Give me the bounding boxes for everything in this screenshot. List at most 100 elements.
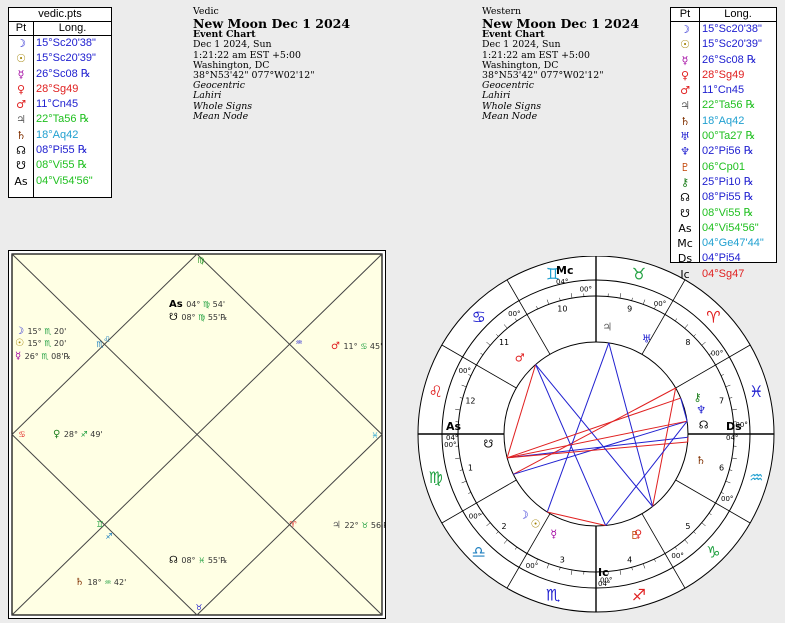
wheel-planet-glyph: ☉ bbox=[531, 518, 541, 531]
jupiter-icon: ♃ bbox=[680, 99, 690, 113]
mercury-icon: ☿ bbox=[17, 67, 25, 81]
zodiac-sign-glyph: ♉ bbox=[632, 265, 646, 284]
western-points-table: Pt Long. ☽ 15°Sc20'38" ☉ 15°Sc20'39" ☿ 26°Sc0… bbox=[670, 7, 777, 281]
zodiac-sign-glyph: ♑ bbox=[706, 542, 720, 561]
cusp-degree-label: 00° bbox=[526, 562, 538, 570]
house-number: 5 bbox=[685, 522, 690, 531]
angle-degree: 04° bbox=[446, 434, 458, 442]
north-node-icon: ☊ bbox=[680, 191, 690, 205]
table-row: ♄ 18°Aq42 bbox=[9, 128, 111, 143]
ascendant-icon: As bbox=[678, 221, 692, 235]
table-row: ☋ 08°Vi55 ℞ bbox=[671, 206, 776, 221]
table-row: ☋ 08°Vi55 ℞ bbox=[9, 158, 111, 173]
longitude-value: 28°Sg49 bbox=[36, 82, 79, 95]
wheel-planet-glyph: ♄ bbox=[696, 454, 706, 467]
cusp-degree-label: 00° bbox=[580, 285, 592, 293]
table-row: ♄ 18°Aq42 bbox=[671, 114, 776, 129]
wheel-planet-glyph: ♃ bbox=[602, 321, 612, 334]
table-row: ♂ 11°Cn45 bbox=[671, 83, 776, 98]
house-number: 12 bbox=[465, 396, 475, 405]
longitude-value: 15°Sc20'39" bbox=[36, 52, 96, 65]
vedic-points-table: vedic.pts Pt Long. ☽ 15°Sc20'38" ☉ 15°Sc20'… bbox=[8, 7, 112, 198]
angle-degree: 04° bbox=[726, 434, 738, 442]
longitude-value: 08°Vi55 ℞ bbox=[702, 206, 754, 219]
col-pt-header: Pt bbox=[9, 22, 34, 35]
angle-label-as: As bbox=[446, 420, 462, 433]
zodiac-sign-glyph: ♓ bbox=[749, 382, 763, 401]
angle-label-mc: Mc bbox=[556, 264, 573, 277]
sign-mark: ♋ bbox=[18, 430, 25, 439]
sign-mark: ♈ bbox=[289, 520, 296, 529]
longitude-value: 26°Sc08 ℞ bbox=[702, 53, 757, 66]
table-row: ☽ 15°Sc20'38" bbox=[671, 22, 776, 37]
sign-mark: ♓ bbox=[371, 431, 378, 440]
vedic-north-indian-chart[interactable]: ♍ ♌ ♋ ♊ ♓ ♒ ♏ ♉ ♈ ♐ As 04° ♍ 54' ☋ 08° ♍ 55'℞ ☽ 15°… bbox=[8, 250, 386, 619]
south-node-label: ☋ 08° ♍ 55'℞ bbox=[169, 312, 227, 323]
jupiter-label: ♃ 22° ♉ 56'℞ bbox=[332, 520, 385, 531]
house-number: 1 bbox=[468, 464, 473, 473]
uranus-icon: ♅ bbox=[680, 130, 690, 144]
table-row: ♃ 22°Ta56 ℞ bbox=[671, 98, 776, 113]
longitude-value: 28°Sg49 bbox=[702, 68, 745, 81]
venus-label: ♀ 28° ♐ 49' bbox=[53, 429, 103, 440]
table-row: ⚷ 25°Pi10 ℞ bbox=[671, 175, 776, 190]
longitude-value: 08°Vi55 ℞ bbox=[36, 159, 88, 172]
table-row: ♂ 11°Cn45 bbox=[9, 97, 111, 112]
table-row: ☿ 26°Sc08 ℞ bbox=[671, 53, 776, 68]
western-wheel-chart[interactable]: ♍ ♎ ♏ ♐ ♑ ♒ ♓ ♈ ♉ ♊ ♋ ♌ 00° 1 00° 2 00° 3 00° 4 00° 5 00° 6 00° 7… bbox=[412, 256, 780, 620]
table-divider bbox=[33, 22, 34, 197]
col-long-header: Long. bbox=[58, 22, 87, 34]
vedic-table-title: vedic.pts bbox=[9, 8, 111, 22]
longitude-value: 08°Pi55 ℞ bbox=[36, 144, 88, 157]
vedic-table-rows: ☽ 15°Sc20'38" ☉ 15°Sc20'39" ☿ 26°Sc08 ℞ ♀ 28°Sg… bbox=[9, 36, 111, 189]
saturn-icon: ♄ bbox=[16, 128, 26, 142]
saturn-icon: ♄ bbox=[680, 114, 690, 128]
cusp-degree-label: 00° bbox=[508, 310, 520, 318]
zodiac-sign-glyph: ♈ bbox=[706, 308, 720, 327]
cusp-degree-label: 00° bbox=[721, 495, 733, 503]
sun-icon: ☉ bbox=[16, 52, 26, 66]
table-row: ☊ 08°Pi55 ℞ bbox=[9, 143, 111, 158]
longitude-value: 11°Cn45 bbox=[702, 84, 745, 97]
sun-label: ☉ 15° ♏ 20' bbox=[15, 338, 66, 349]
sign-mark: ♐ bbox=[105, 532, 112, 541]
venus-icon: ♀ bbox=[680, 68, 690, 82]
mercury-label: ☿ 26° ♏ 08'℞ bbox=[15, 351, 71, 362]
house-number: 8 bbox=[685, 338, 690, 347]
table-row: ☉ 15°Sc20'39" bbox=[9, 51, 111, 66]
zodiac-sign-glyph: ♋ bbox=[471, 308, 485, 327]
zodiac-sign-glyph: ♒ bbox=[749, 468, 763, 487]
table-row: ☊ 08°Pi55 ℞ bbox=[671, 190, 776, 205]
angle-degree: 04° bbox=[556, 278, 568, 286]
house-number: 4 bbox=[627, 556, 632, 565]
sign-mark: ♒ bbox=[295, 338, 302, 347]
saturn-label: ♄ 18° ♒ 42' bbox=[75, 577, 126, 588]
cusp-degree-label: 00° bbox=[469, 513, 481, 521]
table-row: ♆ 02°Pi56 ℞ bbox=[671, 144, 776, 159]
pluto-icon: ♇ bbox=[680, 160, 690, 174]
longitude-value: 15°Sc20'38" bbox=[36, 37, 96, 49]
vedic-opt-4: Mean Node bbox=[193, 110, 249, 122]
angle-degree: 04° bbox=[598, 580, 610, 588]
moon-label: ☽ 15° ♏ 20' bbox=[15, 326, 66, 337]
north-node-label: ☊ 08° ♓ 55'℞ bbox=[169, 555, 227, 566]
wheel-planet-glyph: ☊ bbox=[699, 419, 709, 432]
house-number: 2 bbox=[502, 522, 507, 531]
moon-icon: ☽ bbox=[680, 23, 690, 36]
table-row: ☿ 26°Sc08 ℞ bbox=[9, 67, 111, 82]
longitude-value: 04°Vi54'56" bbox=[36, 174, 93, 187]
moon-icon: ☽ bbox=[16, 37, 26, 50]
house-number: 9 bbox=[627, 304, 632, 313]
sign-mark: ♏ bbox=[96, 340, 104, 349]
cusp-degree-label: 00° bbox=[711, 349, 723, 357]
western-chart-info: Western New Moon Dec 1 2024 Event Chart … bbox=[482, 6, 639, 122]
venus-icon: ♀ bbox=[16, 82, 26, 96]
longitude-value: 11°Cn45 bbox=[36, 98, 79, 111]
south-node-icon: ☋ bbox=[16, 159, 26, 173]
zodiac-sign-glyph: ♏ bbox=[546, 585, 560, 604]
ascendant-label: As 04° ♍ 54' bbox=[169, 299, 225, 310]
wheel-planet-glyph: ♇ bbox=[630, 529, 640, 542]
house-number: 6 bbox=[719, 464, 724, 473]
wheel-planet-glyph: ♂ bbox=[515, 352, 525, 365]
zodiac-sign-glyph: ♍ bbox=[428, 468, 442, 487]
